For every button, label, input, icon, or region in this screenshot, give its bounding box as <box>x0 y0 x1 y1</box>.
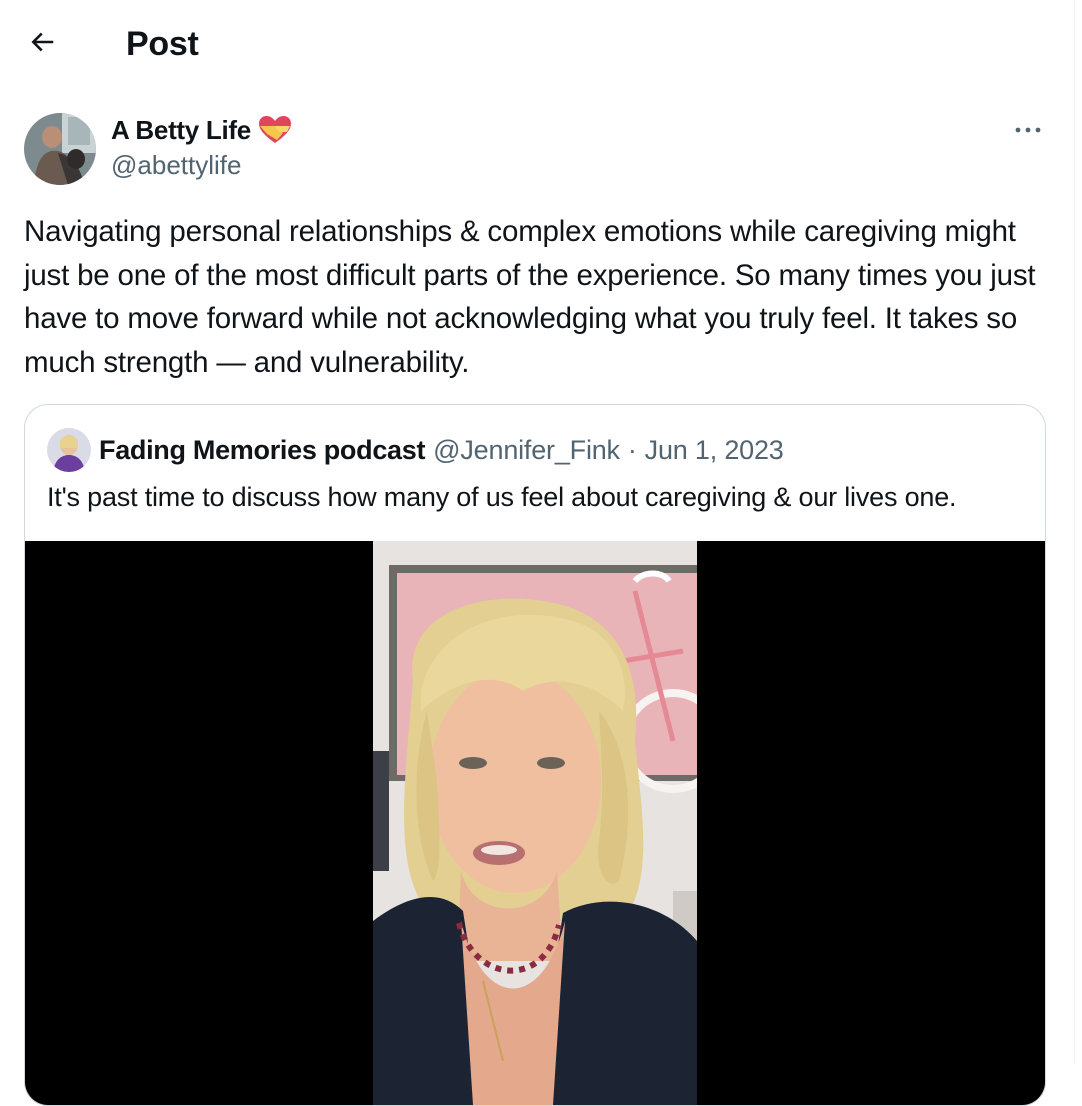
meta-separator: · <box>627 434 637 465</box>
quoted-author-name: Fading Memories podcast <box>99 434 426 465</box>
quoted-post-date: Jun 1, 2023 <box>644 434 784 465</box>
quoted-video[interactable] <box>25 541 1045 1105</box>
more-horizontal-icon <box>1014 121 1042 139</box>
author-handle[interactable]: @abettylife <box>111 150 241 181</box>
author-avatar[interactable] <box>24 113 96 185</box>
more-options-button[interactable] <box>1006 112 1050 148</box>
post-text: Navigating personal relationships & comp… <box>24 215 1036 379</box>
author-display-name[interactable]: A Betty Life <box>111 115 251 146</box>
heart-emoji-icon <box>257 114 293 146</box>
quoted-post-header: Fading Memories podcast @Jennifer_Fink ·… <box>47 428 784 472</box>
page-header: Post <box>0 0 1074 86</box>
quoted-post-card[interactable]: Fading Memories podcast @Jennifer_Fink ·… <box>24 404 1046 1106</box>
back-button[interactable] <box>20 22 64 66</box>
author-name-row: A Betty Life <box>111 112 293 148</box>
quoted-post-text: It's past time to discuss how many of us… <box>47 482 957 512</box>
quoted-author-avatar <box>47 428 91 472</box>
quoted-author-handle: @Jennifer_Fink <box>433 434 620 465</box>
video-thumbnail <box>373 541 697 1105</box>
arrow-left-icon <box>27 27 57 62</box>
column-divider <box>1074 0 1075 1064</box>
page-title: Post <box>126 25 199 63</box>
